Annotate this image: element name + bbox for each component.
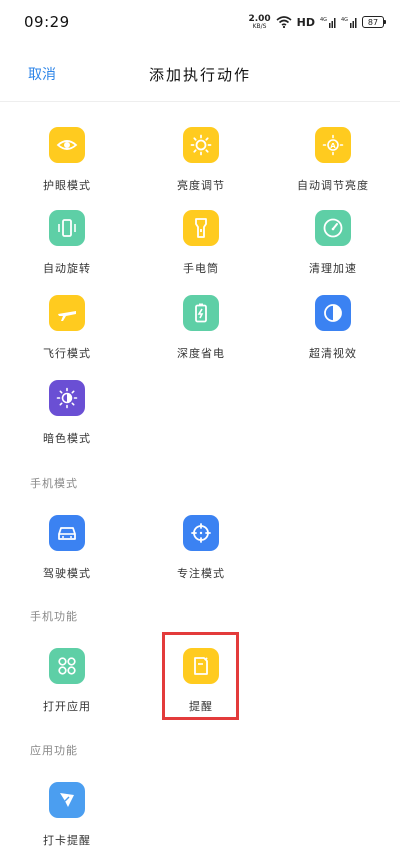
tile-clock-in-reminder[interactable]: 打卡提醒: [12, 782, 122, 860]
tile-auto-rotate[interactable]: 自动旋转: [12, 210, 122, 288]
signal-icon-1: 4G: [320, 16, 336, 28]
speedometer-icon: [315, 210, 351, 246]
contrast-icon: [315, 295, 351, 331]
tile-label: 超清视效: [309, 347, 357, 360]
tile-flashlight[interactable]: 手电筒: [146, 210, 256, 288]
tile-focus-mode[interactable]: 专注模式: [146, 515, 256, 593]
tile-label: 打开应用: [43, 700, 91, 713]
tile-label: 自动旋转: [43, 262, 91, 275]
tile-label: 暗色模式: [43, 432, 91, 445]
tile-label: 驾驶模式: [43, 567, 91, 580]
tile-label: 手电筒: [183, 262, 219, 275]
tile-label: 护眼模式: [43, 179, 91, 192]
section-label-phone-mode: 手机模式: [30, 477, 78, 490]
tile-open-app[interactable]: 打开应用: [12, 648, 122, 726]
rotate-icon: [49, 210, 85, 246]
svg-text:4G: 4G: [320, 17, 327, 23]
network-speed: 2.00 KB/S: [248, 14, 270, 30]
car-icon: [49, 515, 85, 551]
svg-text:A: A: [330, 142, 336, 150]
tile-label: 自动调节亮度: [297, 179, 369, 192]
dark-mode-icon: [49, 380, 85, 416]
tile-label: 清理加速: [309, 262, 357, 275]
tile-deep-power-saving[interactable]: 深度省电: [146, 295, 256, 373]
tile-airplane-mode[interactable]: 飞行模式: [12, 295, 122, 373]
title-bar: 取消 添加执行动作: [0, 50, 400, 100]
airplane-icon: [49, 295, 85, 331]
battery-icon: 87: [362, 16, 386, 28]
tile-auto-brightness[interactable]: A 自动调节亮度: [278, 127, 388, 205]
status-bar: 09:29 2.00 KB/S HD 4G 4G 87: [0, 0, 400, 44]
auto-brightness-icon: A: [315, 127, 351, 163]
tile-brightness[interactable]: 亮度调节: [146, 127, 256, 205]
sun-icon: [183, 127, 219, 163]
tile-eye-protection[interactable]: 护眼模式: [12, 127, 122, 205]
tile-dark-mode[interactable]: 暗色模式: [12, 380, 122, 458]
tile-label: 亮度调节: [177, 179, 225, 192]
tile-label: 深度省电: [177, 347, 225, 360]
network-speed-unit: KB/S: [252, 22, 267, 30]
tile-label: 打卡提醒: [43, 834, 91, 847]
tile-driving-mode[interactable]: 驾驶模式: [12, 515, 122, 593]
eye-icon: [49, 127, 85, 163]
header-divider: [0, 101, 400, 102]
highlight-box: [162, 632, 239, 720]
svg-text:4G: 4G: [341, 17, 348, 23]
wifi-icon: [276, 16, 292, 28]
checkin-icon: [49, 782, 85, 818]
page-title: 添加执行动作: [148, 66, 251, 84]
hd-icon: HD: [296, 15, 315, 29]
signal-icon-2: 4G: [341, 16, 357, 28]
apps-icon: [49, 648, 85, 684]
status-time: 09:29: [24, 13, 70, 31]
flashlight-icon: [183, 210, 219, 246]
battery-saver-icon: [183, 295, 219, 331]
section-label-phone-function: 手机功能: [30, 610, 78, 623]
tile-clean-boost[interactable]: 清理加速: [278, 210, 388, 288]
tile-ultra-clear-visual[interactable]: 超清视效: [278, 295, 388, 373]
tile-label: 飞行模式: [43, 347, 91, 360]
target-icon: [183, 515, 219, 551]
status-icons: 2.00 KB/S HD 4G 4G 87: [248, 14, 386, 30]
tile-label: 专注模式: [177, 567, 225, 580]
section-label-app-function: 应用功能: [30, 744, 78, 757]
